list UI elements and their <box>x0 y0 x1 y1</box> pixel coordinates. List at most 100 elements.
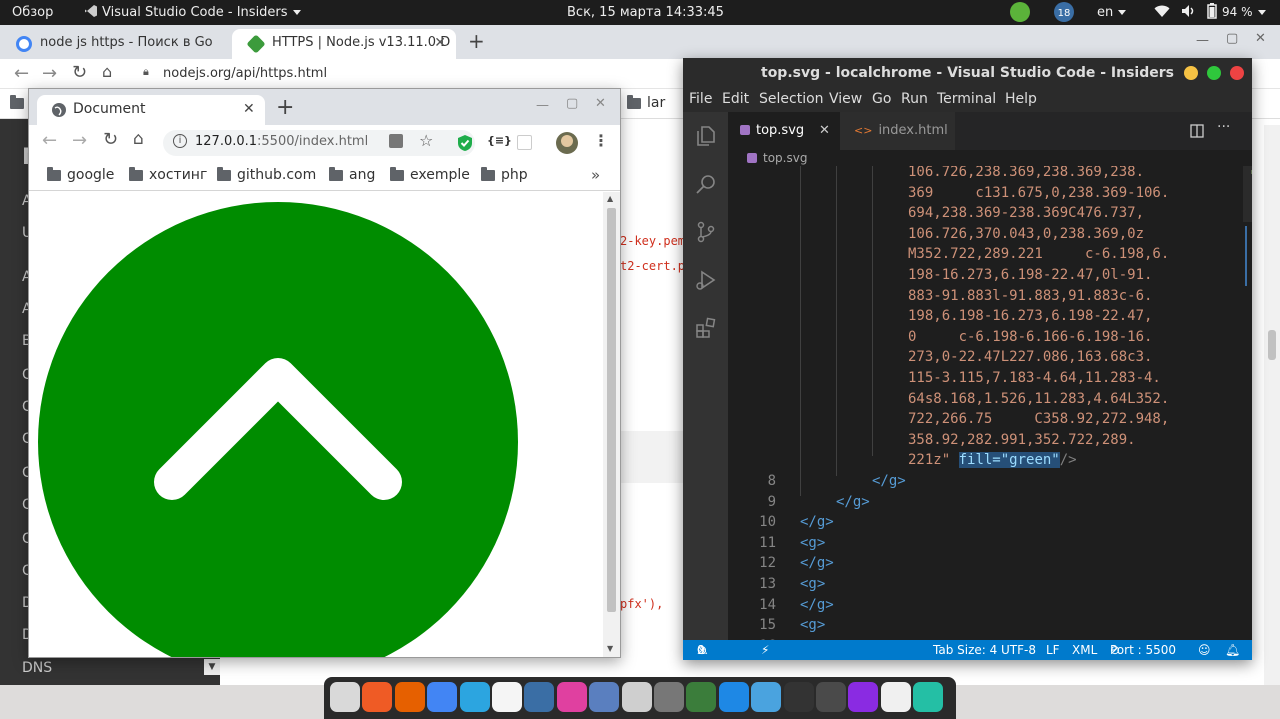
close-window-button[interactable]: ✕ <box>595 96 606 111</box>
trash-icon[interactable] <box>621 682 652 712</box>
close-tab-icon[interactable]: ✕ <box>243 101 255 117</box>
bell-icon[interactable]: 🔔︎ <box>1225 640 1240 660</box>
app-store-icon[interactable] <box>718 682 749 712</box>
postman-icon[interactable] <box>362 682 393 712</box>
translate-icon[interactable] <box>389 134 403 148</box>
settings-icon[interactable] <box>654 682 684 712</box>
minimize-button[interactable]: — <box>536 98 549 113</box>
battery-indicator[interactable]: 94 % <box>1207 0 1266 25</box>
star-icon[interactable]: ☆ <box>419 131 433 150</box>
sync-icon[interactable]: ⚡︎ <box>761 640 769 660</box>
bookmark-ang[interactable]: ang <box>329 167 375 183</box>
code-editor[interactable]: 106.726,238.369,238.369,238. 369 c131.67… <box>728 166 1252 640</box>
tab-document[interactable]: Document ✕ <box>37 95 265 125</box>
files-icon[interactable] <box>751 682 782 712</box>
address-bar[interactable]: nodejs.org/api/https.html <box>163 66 327 81</box>
menu-terminal[interactable]: Terminal <box>937 91 996 107</box>
language-selector[interactable]: en <box>1097 0 1127 25</box>
eol-indicator[interactable]: LF <box>1046 640 1060 660</box>
breadcrumb-file[interactable]: top.svg <box>763 150 807 166</box>
tab-index-html[interactable]: <> index.html <box>840 112 955 150</box>
sidebar-item-dns[interactable]: DNS <box>22 660 52 676</box>
search-icon[interactable] <box>694 172 718 196</box>
mail-icon[interactable] <box>589 682 620 712</box>
notification-badge[interactable]: 18 <box>1054 0 1074 25</box>
extensions-icon[interactable] <box>694 316 718 340</box>
gpu-icon[interactable] <box>686 682 717 712</box>
tab-top-svg[interactable]: top.svg ✕ <box>728 112 840 150</box>
menu-file[interactable]: File <box>689 91 712 107</box>
json-viewer-icon[interactable]: {≡} <box>487 134 512 147</box>
scroll-thumb[interactable] <box>1268 330 1276 360</box>
address-bar[interactable]: i 127.0.0.1:5500/index.html ☆ <box>163 130 475 156</box>
clock[interactable]: Вск, 15 марта 14:33:45 <box>567 0 724 25</box>
music-icon[interactable] <box>556 682 587 712</box>
shield-icon[interactable] <box>457 134 473 152</box>
maximize-button[interactable] <box>1207 66 1221 80</box>
maximize-button[interactable]: ▢ <box>1226 31 1238 46</box>
menu-view[interactable]: View <box>829 91 862 107</box>
back-button[interactable]: ← <box>14 63 29 84</box>
reload-button[interactable]: ↻ <box>72 62 87 83</box>
split-editor-icon[interactable] <box>1190 124 1204 138</box>
info-icon[interactable]: i <box>173 134 187 148</box>
more-actions-icon[interactable]: ··· <box>1217 119 1230 135</box>
minimap-slider[interactable] <box>1243 166 1252 222</box>
vscode-insiders-icon[interactable] <box>913 682 944 712</box>
explorer-icon[interactable] <box>694 124 718 148</box>
scroll-down-icon[interactable]: ▼ <box>607 644 613 653</box>
tab-nodejs-https[interactable]: HTTPS | Node.js v13.11.0 D ✕ <box>232 29 456 59</box>
calendar-icon[interactable] <box>492 682 522 712</box>
home-button[interactable]: ⌂ <box>102 62 112 81</box>
close-tab-icon[interactable]: ✕ <box>434 29 446 57</box>
maximize-button[interactable]: ▢ <box>566 96 578 111</box>
app-menu[interactable]: Visual Studio Code - Insiders <box>84 0 301 25</box>
language-mode-indicator[interactable]: XML <box>1072 640 1097 660</box>
forward-button[interactable]: → <box>42 63 57 84</box>
bookmark-php[interactable]: php <box>481 167 528 183</box>
menu-run[interactable]: Run <box>901 91 928 107</box>
back-button[interactable]: ← <box>42 130 57 151</box>
minimap[interactable] <box>1243 166 1252 640</box>
image-viewer-icon[interactable] <box>524 682 555 712</box>
minimize-button[interactable]: — <box>1196 33 1209 48</box>
firefox-icon[interactable] <box>394 682 425 712</box>
menu-selection[interactable]: Selection <box>759 91 824 107</box>
breadcrumb[interactable]: top.svg <box>728 150 1252 166</box>
scroll-down-icon[interactable]: ▼ <box>204 659 220 675</box>
close-tab-icon[interactable]: ✕ <box>819 112 830 150</box>
bookmark-google[interactable]: google <box>47 167 114 183</box>
reload-button[interactable]: ↻ <box>103 129 118 150</box>
volume-icon[interactable] <box>1181 0 1197 25</box>
feedback-icon[interactable]: ☺ <box>1198 640 1211 660</box>
notes-icon[interactable] <box>880 682 911 712</box>
selected-fill-attribute[interactable]: fill="green" <box>958 452 1060 469</box>
window-icon[interactable] <box>816 682 846 712</box>
indicator-icon[interactable] <box>1010 0 1030 25</box>
scroll-thumb[interactable] <box>607 208 616 612</box>
close-window-button[interactable]: ✕ <box>1255 31 1266 46</box>
bookmark-lar[interactable]: lar <box>627 95 665 111</box>
kebab-menu-icon[interactable]: ⋮ <box>593 131 609 150</box>
menu-help[interactable]: Help <box>1005 91 1037 107</box>
tab-size-indicator[interactable]: Tab Size: 4 <box>933 640 997 660</box>
telegram-icon[interactable] <box>459 682 490 712</box>
menu-go[interactable]: Go <box>872 91 891 107</box>
page-scrollbar[interactable]: ▲ ▼ <box>603 192 620 657</box>
clock-icon[interactable] <box>330 682 360 712</box>
bookmarks-overflow-button[interactable]: » <box>591 166 600 184</box>
new-tab-button[interactable]: + <box>468 29 485 53</box>
scroll-top-svg[interactable] <box>29 192 603 658</box>
new-tab-button[interactable]: + <box>276 95 294 120</box>
close-window-button[interactable] <box>1230 66 1244 80</box>
minimize-button[interactable] <box>1184 66 1198 80</box>
avatar[interactable] <box>556 132 578 154</box>
menu-edit[interactable]: Edit <box>722 91 749 107</box>
extension-icon[interactable] <box>517 135 532 150</box>
encoding-indicator[interactable]: UTF-8 <box>1001 640 1036 660</box>
forward-button[interactable]: → <box>72 130 87 151</box>
wifi-icon[interactable] <box>1154 0 1170 25</box>
terminal-icon[interactable] <box>783 682 814 712</box>
bookmark-exemple[interactable]: exemple <box>390 167 470 183</box>
bookmark-hosting[interactable]: хостинг <box>129 167 207 183</box>
